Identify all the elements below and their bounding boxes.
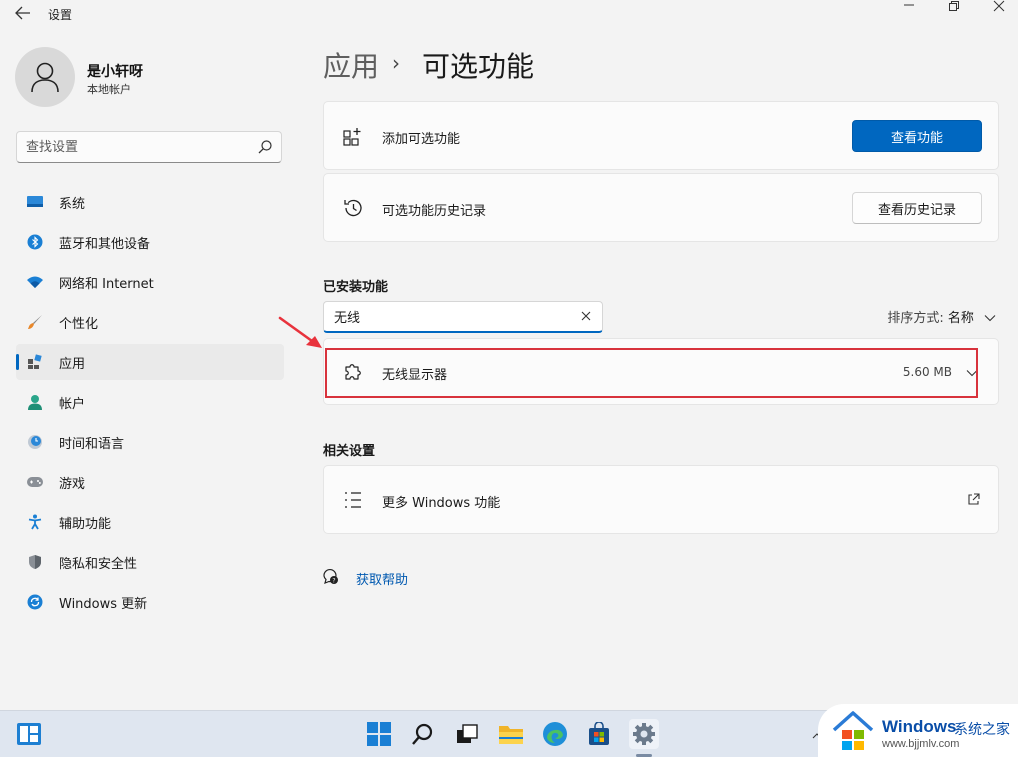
account-type: 本地帐户 [87,83,131,96]
sidebar-nav: 系统 蓝牙和其他设备 网络和 Internet 个性化 应用 帐户 时间和语言 … [16,184,284,624]
breadcrumb-separator: › [392,51,400,75]
history-card: 可选功能历史记录 查看历史记录 [323,173,999,242]
history-icon [344,199,362,217]
sidebar-item-apps[interactable]: 应用 [16,344,284,380]
back-arrow-icon[interactable] [12,5,34,25]
more-windows-features-label: 更多 Windows 功能 [382,496,501,511]
file-explorer-icon[interactable] [496,719,526,749]
sidebar-item-label: 个性化 [59,316,99,332]
sidebar-item-label: Windows 更新 [59,596,148,612]
brush-icon [26,313,44,331]
system-icon [26,193,44,211]
widgets-icon[interactable] [14,719,44,749]
apps-icon [26,353,44,371]
sort-dropdown[interactable]: 排序方式: 名称 [887,307,996,326]
sidebar-item-system[interactable]: 系统 [16,184,284,220]
avatar[interactable] [15,47,75,107]
start-icon[interactable] [364,719,394,749]
search-input[interactable] [17,132,237,162]
clock-globe-icon [26,433,44,451]
sidebar-item-accessibility[interactable]: 辅助功能 [16,504,284,540]
get-help-link[interactable]: 获取帮助 [356,569,408,588]
related-section-title: 相关设置 [323,444,376,459]
user-name: 是小轩呀 [87,64,143,80]
svg-text:?: ? [332,578,335,585]
add-apps-icon [343,128,361,146]
watermark-house-logo-icon [832,711,874,750]
sidebar-item-windows-update[interactable]: Windows 更新 [16,584,284,620]
person-icon [31,62,59,93]
store-icon[interactable] [584,719,614,749]
annotation-arrow-icon [278,316,322,348]
external-link-icon[interactable] [967,493,980,506]
add-feature-card: 添加可选功能 查看功能 [323,101,999,170]
sidebar-item-bluetooth[interactable]: 蓝牙和其他设备 [16,224,284,260]
wifi-icon [26,273,44,291]
search-icon[interactable] [408,719,438,749]
task-view-icon[interactable] [452,719,482,749]
title-bar: 设置 [0,0,1018,30]
sidebar-item-gaming[interactable]: 游戏 [16,464,284,500]
breadcrumb-parent[interactable]: 应用 [323,45,379,85]
sidebar-item-personalization[interactable]: 个性化 [16,304,284,340]
app-title: 设置 [48,8,73,22]
sidebar-item-privacy[interactable]: 隐私和安全性 [16,544,284,580]
restore-icon[interactable] [931,0,977,14]
account-icon [26,393,44,411]
sidebar-item-label: 帐户 [59,396,86,412]
search-icon[interactable] [257,139,273,155]
sidebar-item-accounts[interactable]: 帐户 [16,384,284,420]
shield-icon [26,553,44,571]
edge-browser-icon[interactable] [540,719,570,749]
more-windows-features-card[interactable]: 更多 Windows 功能 [323,465,999,534]
installed-section-title: 已安装功能 [323,280,389,295]
chevron-down-icon [984,315,996,322]
sort-value: 名称 [947,311,974,326]
sidebar-item-time-language[interactable]: 时间和语言 [16,424,284,460]
close-icon[interactable] [976,0,1018,14]
filter-box[interactable] [323,301,603,333]
watermark-url: www.bjjmlv.com [882,738,960,750]
bluetooth-icon [26,233,44,251]
sidebar-item-label: 应用 [59,356,86,372]
accessibility-icon [26,513,44,531]
sidebar-item-network[interactable]: 网络和 Internet [16,264,284,300]
update-icon [26,593,44,611]
sidebar-item-label: 游戏 [59,476,86,492]
minimize-icon[interactable] [886,0,932,14]
sidebar-item-label: 网络和 Internet [59,276,154,292]
help-icon: ? [323,568,338,585]
search-box[interactable] [16,131,282,163]
page-title: 可选功能 [422,50,535,83]
sidebar-item-label: 辅助功能 [59,516,112,532]
list-icon [345,492,361,508]
sidebar-item-label: 时间和语言 [59,436,125,452]
sidebar-item-label: 蓝牙和其他设备 [59,236,151,252]
gamepad-icon [26,473,44,491]
watermark-subtitle: 系统之家 [954,721,1010,737]
clear-icon[interactable] [580,310,592,322]
sidebar-item-label: 隐私和安全性 [59,556,138,572]
filter-input[interactable] [324,302,564,330]
sort-prefix: 排序方式: [887,311,944,326]
view-history-button[interactable]: 查看历史记录 [852,192,982,224]
watermark-title: Windows [882,717,957,736]
add-feature-label: 添加可选功能 [382,132,461,147]
sidebar-item-label: 系统 [59,196,86,212]
settings-gear-icon[interactable] [629,719,659,749]
highlight-box [325,348,978,398]
history-label: 可选功能历史记录 [382,204,487,219]
watermark: Windows 系统之家 www.bjjmlv.com [818,704,1018,757]
view-features-button[interactable]: 查看功能 [852,120,982,152]
